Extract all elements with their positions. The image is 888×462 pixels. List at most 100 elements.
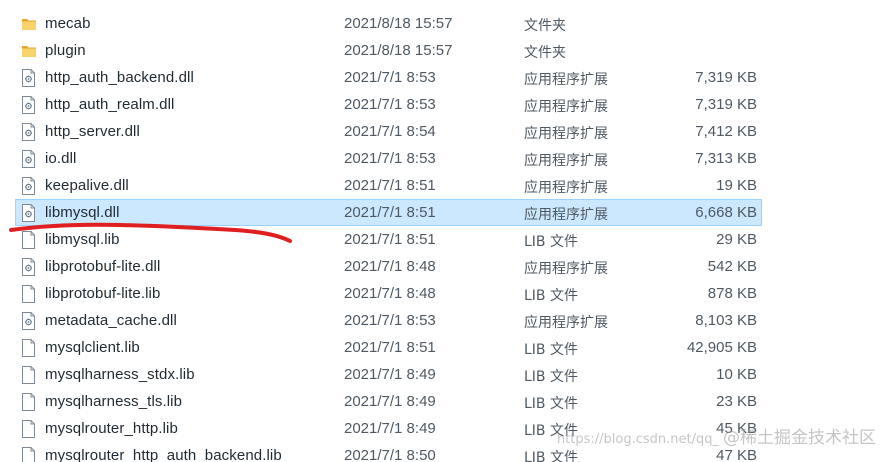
lib-file-icon <box>21 420 36 438</box>
folder-icon <box>21 16 36 33</box>
file-size: 7,313 KB <box>695 150 757 167</box>
dll-file-icon <box>21 258 36 276</box>
file-size: 47 KB <box>716 447 757 462</box>
lib-file-icon <box>21 366 36 384</box>
file-size: 542 KB <box>707 258 757 275</box>
file-type: LIB 文件 <box>524 234 578 250</box>
lib-file-icon <box>21 393 36 411</box>
lib-file-icon <box>21 285 36 303</box>
file-name: libprotobuf-lite.lib <box>45 285 161 302</box>
lib-file-icon <box>21 339 36 357</box>
file-type: LIB 文件 <box>524 450 578 462</box>
file-row[interactable]: metadata_cache.dll 2021/7/1 8:53 应用程序扩展 8,1… <box>0 307 888 334</box>
file-row[interactable]: mysqlharness_stdx.lib 2021/7/1 8:49 LIB 文件… <box>0 361 888 388</box>
file-list: mecab 2021/8/18 15:57 文件夹 plugin 2021/8/18 1… <box>0 10 888 462</box>
file-size: 10 KB <box>716 366 757 383</box>
file-type: 应用程序扩展 <box>524 207 608 223</box>
file-type: LIB 文件 <box>524 288 578 304</box>
file-row-selected[interactable]: libmysql.dll 2021/7/1 8:51 应用程序扩展 6,668 KB <box>0 199 888 226</box>
file-modified-date: 2021/7/1 8:53 <box>344 69 436 86</box>
file-modified-date: 2021/7/1 8:48 <box>344 285 436 302</box>
file-name: http_auth_backend.dll <box>45 69 194 86</box>
dll-file-icon <box>21 123 36 141</box>
file-type: LIB 文件 <box>524 369 578 385</box>
file-modified-date: 2021/7/1 8:51 <box>344 339 436 356</box>
file-size: 29 KB <box>716 231 757 248</box>
file-name: libmysql.dll <box>45 204 120 221</box>
file-size: 7,319 KB <box>695 69 757 86</box>
file-modified-date: 2021/7/1 8:53 <box>344 150 436 167</box>
file-type: 文件夹 <box>524 45 566 61</box>
dll-file-icon <box>21 69 36 87</box>
file-name: libmysql.lib <box>45 231 120 248</box>
watermark: https://blog.csdn.net/qq_ @稀土掘金技术社区 <box>557 423 876 448</box>
file-name: mysqlrouter_http.lib <box>45 420 178 437</box>
file-type: 应用程序扩展 <box>524 126 608 142</box>
file-name: libprotobuf-lite.dll <box>45 258 161 275</box>
file-type: 应用程序扩展 <box>524 180 608 196</box>
file-row[interactable]: plugin 2021/8/18 15:57 文件夹 <box>0 37 888 64</box>
file-row[interactable]: mysqlharness_tls.lib 2021/7/1 8:49 LIB 文件 2… <box>0 388 888 415</box>
file-size: 42,905 KB <box>686 339 757 356</box>
file-row[interactable]: libmysql.lib 2021/7/1 8:51 LIB 文件 29 KB <box>0 226 888 253</box>
file-row[interactable]: libprotobuf-lite.lib 2021/7/1 8:48 LIB 文件 8… <box>0 280 888 307</box>
dll-file-icon <box>21 150 36 168</box>
file-name: io.dll <box>45 150 77 167</box>
watermark-url: https://blog.csdn.net/qq_ <box>556 432 719 447</box>
file-size: 8,103 KB <box>695 312 757 329</box>
dll-file-icon <box>21 96 36 114</box>
file-row[interactable]: keepalive.dll 2021/7/1 8:51 应用程序扩展 19 KB <box>0 172 888 199</box>
file-row[interactable]: mysqlclient.lib 2021/7/1 8:51 LIB 文件 42,905… <box>0 334 888 361</box>
file-modified-date: 2021/7/1 8:53 <box>344 312 436 329</box>
file-size: 23 KB <box>716 393 757 410</box>
file-row[interactable]: io.dll 2021/7/1 8:53 应用程序扩展 7,313 KB <box>0 145 888 172</box>
file-name: mysqlharness_stdx.lib <box>45 366 195 383</box>
file-size: 7,412 KB <box>695 123 757 140</box>
file-type: LIB 文件 <box>524 342 578 358</box>
file-row[interactable]: mecab 2021/8/18 15:57 文件夹 <box>0 10 888 37</box>
file-type: 应用程序扩展 <box>524 99 608 115</box>
file-size: 878 KB <box>707 285 757 302</box>
file-row[interactable]: http_auth_realm.dll 2021/7/1 8:53 应用程序扩展 7,… <box>0 91 888 118</box>
file-modified-date: 2021/7/1 8:49 <box>344 393 436 410</box>
file-modified-date: 2021/7/1 8:51 <box>344 231 436 248</box>
file-name: mysqlharness_tls.lib <box>45 393 183 410</box>
file-type: 应用程序扩展 <box>524 72 608 88</box>
file-size: 7,319 KB <box>695 96 757 113</box>
file-modified-date: 2021/8/18 15:57 <box>344 15 453 32</box>
lib-file-icon <box>21 447 36 462</box>
file-modified-date: 2021/7/1 8:53 <box>344 96 436 113</box>
file-name: http_auth_realm.dll <box>45 96 175 113</box>
file-modified-date: 2021/7/1 8:54 <box>344 123 436 140</box>
file-modified-date: 2021/7/1 8:48 <box>344 258 436 275</box>
dll-file-icon <box>21 177 36 195</box>
dll-file-icon <box>21 312 36 330</box>
file-modified-date: 2021/7/1 8:49 <box>344 366 436 383</box>
lib-file-icon <box>21 231 36 249</box>
file-name: mysqlrouter_http_auth_backend.lib <box>45 447 282 462</box>
folder-icon <box>21 43 36 60</box>
file-name: plugin <box>45 42 86 59</box>
file-modified-date: 2021/7/1 8:51 <box>344 177 436 194</box>
file-type: 应用程序扩展 <box>524 315 608 331</box>
file-row[interactable]: http_auth_backend.dll 2021/7/1 8:53 应用程序扩展… <box>0 64 888 91</box>
file-modified-date: 2021/7/1 8:51 <box>344 204 436 221</box>
file-name: mysqlclient.lib <box>45 339 140 356</box>
file-modified-date: 2021/7/1 8:50 <box>344 447 436 462</box>
file-size: 6,668 KB <box>695 204 757 221</box>
file-modified-date: 2021/7/1 8:49 <box>344 420 436 437</box>
file-name: mecab <box>45 15 91 32</box>
file-modified-date: 2021/8/18 15:57 <box>344 42 453 59</box>
file-row[interactable]: libprotobuf-lite.dll 2021/7/1 8:48 应用程序扩展 5… <box>0 253 888 280</box>
file-name: keepalive.dll <box>45 177 129 194</box>
file-type: 应用程序扩展 <box>524 153 608 169</box>
file-type: LIB 文件 <box>524 396 578 412</box>
file-type: 应用程序扩展 <box>524 261 608 277</box>
file-row[interactable]: http_server.dll 2021/7/1 8:54 应用程序扩展 7,412 … <box>0 118 888 145</box>
file-type: 文件夹 <box>524 18 566 34</box>
file-name: metadata_cache.dll <box>45 312 177 329</box>
watermark-text: @稀土掘金技术社区 <box>723 428 876 448</box>
file-name: http_server.dll <box>45 123 140 140</box>
file-size: 19 KB <box>716 177 757 194</box>
dll-file-icon <box>21 204 36 222</box>
